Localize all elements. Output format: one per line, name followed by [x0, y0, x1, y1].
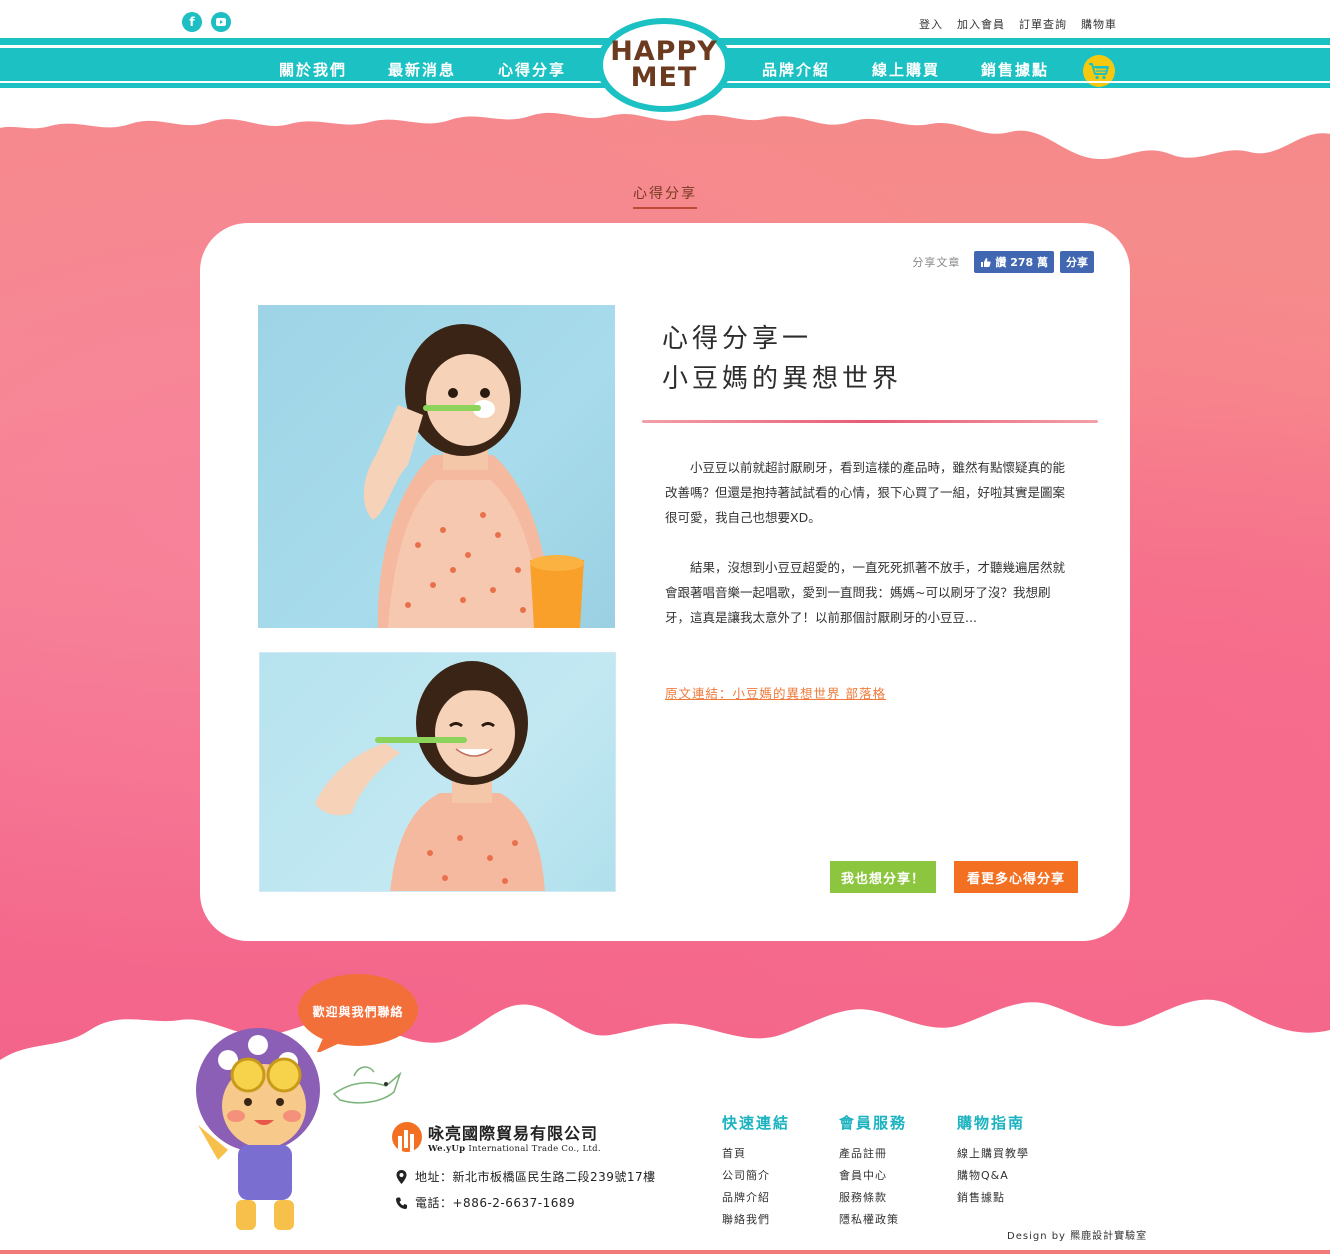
- phone-icon: [396, 1197, 407, 1209]
- footer-column-quick-links: 快速連結 首頁 公司簡介 品牌介紹 聯絡我們: [722, 1112, 790, 1231]
- facebook-icon[interactable]: f: [182, 12, 202, 32]
- bird-illustration-icon: [332, 1066, 402, 1104]
- footer-column-member-services: 會員服務 產品註冊 會員中心 服務條款 隱私權政策: [839, 1112, 907, 1231]
- original-article-link[interactable]: 原文連結：小豆媽的異想世界 部落格: [665, 683, 886, 702]
- child-brushing-photo-2: [259, 652, 616, 892]
- address-text: 地址：新北市板橋區民生路二段239號17樓: [415, 1170, 656, 1184]
- location-pin-icon: [396, 1169, 407, 1184]
- cart-button[interactable]: [1083, 55, 1115, 87]
- footer-link-product-registration[interactable]: 產品註冊: [839, 1143, 907, 1165]
- company-brand: 咏亮國際貿易有限公司 We.yUp International Trade Co…: [392, 1120, 601, 1154]
- footer-link-online-tutorial[interactable]: 線上購買教學: [957, 1143, 1029, 1165]
- social-links: f: [182, 12, 231, 32]
- post-paragraph-1: 小豆豆以前就超討厭刷牙，看到這樣的產品時，雖然有點懷疑真的能改善嗎？但還是抱持著…: [665, 460, 1066, 525]
- title-divider: [642, 420, 1098, 423]
- happy-met-logo[interactable]: HAPPY MET: [596, 18, 732, 112]
- nav-news[interactable]: 最新消息: [388, 59, 456, 80]
- cart-link[interactable]: 購物車: [1081, 16, 1117, 32]
- post-title-line-2: 小豆媽的異想世界: [662, 364, 903, 394]
- footer-link-stores[interactable]: 銷售據點: [957, 1187, 1029, 1209]
- company-address: 地址：新北市板橋區民生路二段239號17樓: [396, 1168, 656, 1185]
- nav-sharing[interactable]: 心得分享: [498, 59, 566, 80]
- join-member-link[interactable]: 加入會員: [957, 16, 1005, 32]
- footer-link-brand[interactable]: 品牌介紹: [722, 1187, 790, 1209]
- company-name: 咏亮國際貿易有限公司: [428, 1124, 599, 1143]
- logo-text-met: MET: [630, 62, 698, 93]
- company-english-suffix: International Trade Co., Ltd.: [468, 1144, 601, 1154]
- company-phone: 電話：+886-2-6637-1689: [396, 1194, 575, 1211]
- page-section-title: 心得分享: [633, 183, 697, 209]
- footer-link-shopping-qa[interactable]: 購物Q&A: [957, 1165, 1029, 1187]
- child-brushing-photo-1: [258, 305, 615, 628]
- nav-brand[interactable]: 品牌介紹: [762, 59, 830, 80]
- more-sharing-button[interactable]: 看更多心得分享: [954, 861, 1078, 893]
- post-title-line-1: 心得分享一: [662, 324, 813, 354]
- footer-column-title: 會員服務: [839, 1114, 908, 1132]
- phone-text: 電話：+886-2-6637-1689: [415, 1196, 576, 1210]
- footer-link-home[interactable]: 首頁: [722, 1143, 790, 1165]
- footer-link-company-profile[interactable]: 公司簡介: [722, 1165, 790, 1187]
- post-paragraph-2: 結果，沒想到小豆豆超愛的，一直死死抓著不放手，才聽幾遍居然就會跟著唱音樂一起唱歌…: [665, 560, 1066, 625]
- nav-store-locations[interactable]: 銷售據點: [981, 59, 1049, 80]
- design-credit: Design by 羆鹿設計實驗室: [1007, 1231, 1148, 1242]
- footer-column-title: 快速連結: [722, 1114, 791, 1132]
- company-logo-icon: [392, 1122, 422, 1152]
- company-english-brand: We.yUp: [428, 1144, 466, 1154]
- like-count: 讚 278 萬: [995, 256, 1048, 269]
- share-bar: 分享文章 讚 278 萬 分享: [912, 251, 1094, 273]
- youtube-icon[interactable]: [211, 12, 231, 32]
- share-my-experience-button[interactable]: 我也想分享！: [830, 861, 936, 893]
- footer-link-member-center[interactable]: 會員中心: [839, 1165, 907, 1187]
- post-title: 心得分享一 小豆媽的異想世界: [662, 319, 902, 399]
- mascot-character-icon: [196, 1028, 320, 1230]
- company-english-name: We.yUp International Trade Co., Ltd.: [428, 1144, 601, 1154]
- share-article-label: 分享文章: [912, 256, 961, 269]
- footer-link-terms[interactable]: 服務條款: [839, 1187, 907, 1209]
- facebook-share-button[interactable]: 分享: [1060, 251, 1094, 273]
- nav-about[interactable]: 關於我們: [279, 59, 347, 80]
- child-illustration-1: [363, 324, 584, 628]
- login-link[interactable]: 登入: [919, 16, 943, 32]
- footer-column-shopping-guide: 購物指南 線上購買教學 購物Q&A 銷售據點: [957, 1112, 1029, 1209]
- contact-us-bubble-text: 歡迎與我們聯絡: [312, 1005, 404, 1019]
- nav-buy-online[interactable]: 線上購買: [872, 59, 940, 80]
- footer-bottom-line: [0, 1250, 1330, 1254]
- facebook-like-button[interactable]: 讚 278 萬: [974, 251, 1054, 273]
- utility-links: 登入 加入會員 訂單查詢 購物車: [919, 16, 1117, 32]
- footer-column-title: 購物指南: [957, 1114, 1026, 1132]
- thumbs-up-icon: [981, 257, 992, 267]
- footer-link-contact[interactable]: 聯絡我們: [722, 1209, 790, 1231]
- cart-icon: [1089, 63, 1109, 80]
- order-query-link[interactable]: 訂單查詢: [1019, 16, 1067, 32]
- article-card: 分享文章 讚 278 萬 分享 心得分享一 小豆媽的異想世界 小豆豆以前就超討厭…: [200, 223, 1130, 941]
- post-body: 小豆豆以前就超討厭刷牙，看到這樣的產品時，雖然有點懷疑真的能改善嗎？但還是抱持著…: [665, 455, 1075, 655]
- footer-link-privacy[interactable]: 隱私權政策: [839, 1209, 907, 1231]
- child-illustration-2: [315, 661, 545, 891]
